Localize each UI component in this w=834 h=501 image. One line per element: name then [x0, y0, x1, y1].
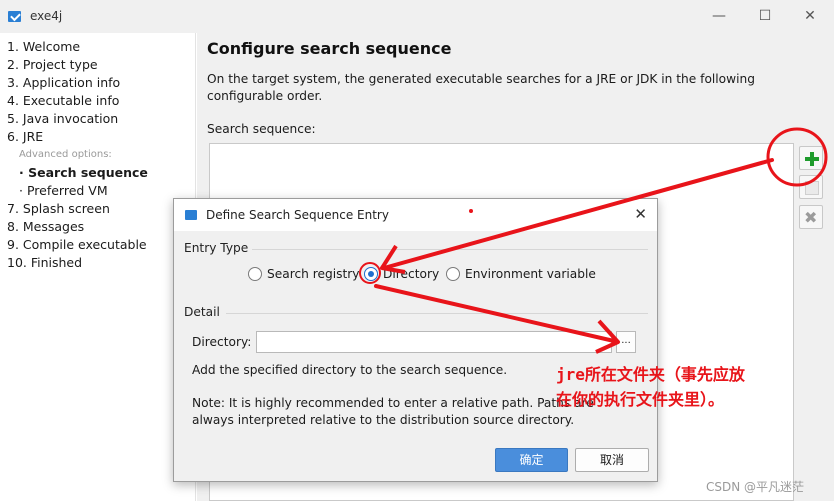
radio-search-registry-label: Search registry — [267, 267, 360, 281]
directory-hint: Add the specified directory to the searc… — [192, 363, 508, 377]
add-entry-button[interactable] — [799, 146, 823, 170]
delete-icon: ✖ — [804, 208, 818, 227]
radio-directory-label: Directory — [383, 267, 440, 281]
cancel-button[interactable]: 取消 — [575, 448, 649, 472]
window-titlebar: exe4j — ☐ ✕ — [0, 0, 834, 33]
step-search-sequence[interactable]: · Search sequence — [19, 165, 148, 180]
plus-icon — [805, 152, 819, 166]
step-jre[interactable]: 6. JRE — [7, 129, 43, 144]
dialog-title: Define Search Sequence Entry — [206, 208, 389, 222]
directory-label: Directory: — [192, 335, 252, 349]
detail-separator — [226, 313, 648, 314]
maximize-button[interactable]: ☐ — [754, 5, 776, 27]
radio-environment-variable[interactable]: Environment variable — [446, 267, 596, 283]
browse-button[interactable]: ... — [616, 331, 636, 353]
directory-input[interactable] — [256, 331, 612, 353]
annotation-text-line1: jre所在文件夹（事先应放 — [556, 365, 745, 384]
delete-entry-button[interactable]: ✖ — [799, 205, 823, 229]
watermark: CSDN @平凡迷茫 — [706, 480, 805, 494]
radio-search-registry-dot — [248, 267, 262, 281]
radio-search-registry[interactable]: Search registry — [248, 267, 359, 283]
define-entry-dialog: Define Search Sequence Entry ✕ Entry Typ… — [173, 198, 658, 482]
ok-button[interactable]: 确定 — [495, 448, 568, 472]
step-search-sequence-label: Search sequence — [28, 165, 148, 180]
radio-environment-variable-dot — [446, 267, 460, 281]
step-preferred-vm[interactable]: · Preferred VM — [19, 183, 108, 198]
step-finished[interactable]: 10. Finished — [7, 255, 82, 270]
radio-directory-dot — [364, 267, 378, 281]
dialog-titlebar: Define Search Sequence Entry ✕ — [174, 199, 657, 231]
step-messages[interactable]: 8. Messages — [7, 219, 84, 234]
dialog-app-icon — [185, 210, 197, 220]
radio-environment-variable-label: Environment variable — [465, 267, 596, 281]
step-application-info[interactable]: 3. Application info — [7, 75, 120, 90]
page-title: Configure search sequence — [207, 39, 452, 58]
minimize-button[interactable]: — — [708, 5, 730, 27]
close-button[interactable]: ✕ — [799, 5, 821, 27]
entry-type-label: Entry Type — [184, 241, 249, 255]
step-splash-screen[interactable]: 7. Splash screen — [7, 201, 110, 216]
edit-icon — [805, 181, 819, 195]
annotation-text-line2: 在你的执行文件夹里）。 — [556, 390, 725, 409]
step-executable-info[interactable]: 4. Executable info — [7, 93, 119, 108]
page-description: On the target system, the generated exec… — [207, 72, 755, 103]
radio-directory[interactable]: Directory — [364, 267, 439, 283]
edit-entry-button[interactable] — [799, 175, 823, 199]
step-java-invocation[interactable]: 5. Java invocation — [7, 111, 118, 126]
advanced-options-caption: Advanced options: — [19, 149, 112, 160]
wizard-steps-sidebar: 1. Welcome 2. Project type 3. Applicatio… — [0, 33, 196, 501]
step-welcome[interactable]: 1. Welcome — [7, 39, 80, 54]
entry-type-separator — [252, 249, 648, 250]
step-project-type[interactable]: 2. Project type — [7, 57, 98, 72]
detail-label: Detail — [184, 305, 220, 319]
window-title: exe4j — [30, 9, 63, 23]
dialog-close-icon[interactable]: ✕ — [634, 205, 647, 223]
app-icon — [8, 11, 21, 22]
step-preferred-vm-label: Preferred VM — [26, 183, 108, 198]
search-sequence-label: Search sequence: — [207, 122, 316, 136]
step-compile-executable[interactable]: 9. Compile executable — [7, 237, 147, 252]
